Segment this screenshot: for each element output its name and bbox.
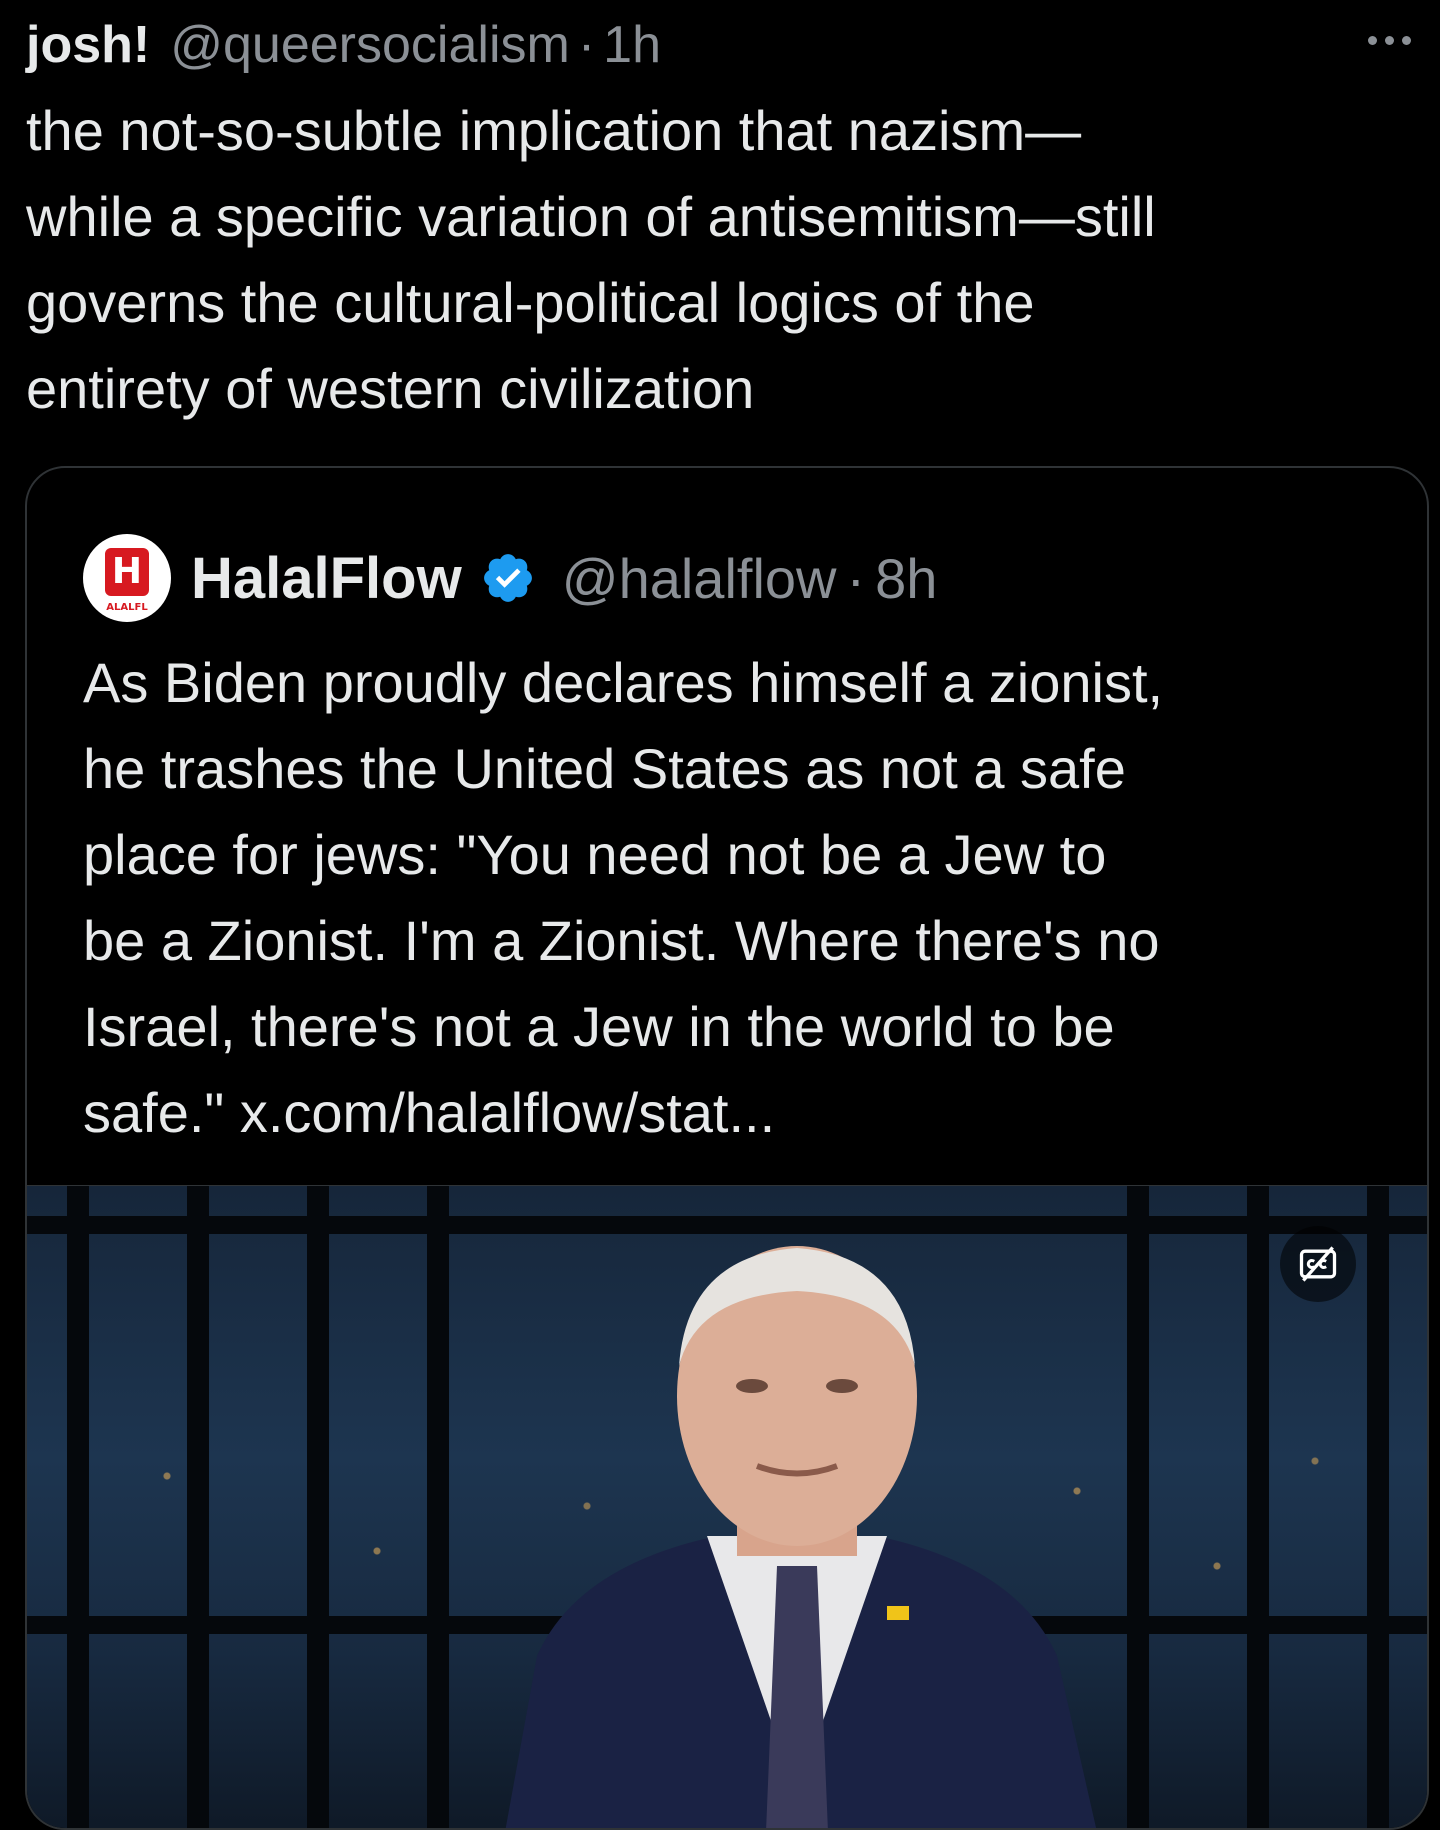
author-handle[interactable]: @queersocialism [170,10,570,80]
video-frame-detail [307,1186,329,1828]
quoted-post-timestamp[interactable]: 8h [875,546,937,611]
video-frame-detail [27,1216,1427,1234]
header-separator: · [577,16,596,74]
quoted-text-link-line[interactable]: safe." x.com/halalflow/stat... [83,1070,1403,1156]
quoted-post-header: H ALALFL HalalFlow @halalflow · 8h [83,534,937,622]
author-name[interactable]: josh! [26,10,150,80]
quoted-author-name[interactable]: HalalFlow [191,545,462,612]
post-timestamp[interactable]: 1h [603,10,661,80]
post-text-line: the not-so-subtle implication that nazis… [26,99,1082,162]
video-subject-figure [505,1246,1097,1828]
post-text: the not-so-subtle implication that nazis… [26,88,1426,432]
more-options-button[interactable] [1350,20,1428,60]
verified-badge-icon [483,554,532,602]
video-frame-detail [1247,1186,1269,1828]
post-text-line: governs the cultural-political logics of… [26,271,1035,334]
quoted-text-line: he trashes the United States as not a sa… [83,737,1126,800]
post-text-line: entirety of western civilization [26,357,755,420]
closed-captions-off-icon [1299,1246,1337,1282]
captions-button[interactable] [1280,1226,1356,1302]
more-horizontal-icon [1367,35,1377,45]
video-frame-detail [187,1186,209,1828]
video-frame-detail [427,1186,449,1828]
quoted-text-line: place for jews: "You need not be a Jew t… [83,823,1107,886]
more-dot [1401,35,1411,45]
quoted-post-card[interactable]: H ALALFL HalalFlow @halalflow · 8h As Bi… [25,466,1429,1830]
avatar[interactable]: H ALALFL [83,534,171,622]
more-dot [1384,35,1394,45]
video-frame-detail [67,1186,89,1828]
quoted-text-line: As Biden proudly declares himself a zion… [83,651,1164,714]
header-separator: · [846,546,866,610]
quoted-author-handle[interactable]: @halalflow [562,546,837,611]
halalflow-logo-icon: H [105,548,149,596]
video-player[interactable] [27,1185,1427,1828]
video-frame-detail [1367,1186,1389,1828]
post-header: josh! @queersocialism · 1h [26,10,661,80]
quoted-post-text: As Biden proudly declares himself a zion… [83,640,1403,1156]
logo-subtext: ALALFL [106,602,148,613]
post-text-line: while a specific variation of antisemiti… [26,185,1156,248]
quoted-text-line: Israel, there's not a Jew in the world t… [83,995,1115,1058]
quoted-text-line: be a Zionist. I'm a Zionist. Where there… [83,909,1160,972]
